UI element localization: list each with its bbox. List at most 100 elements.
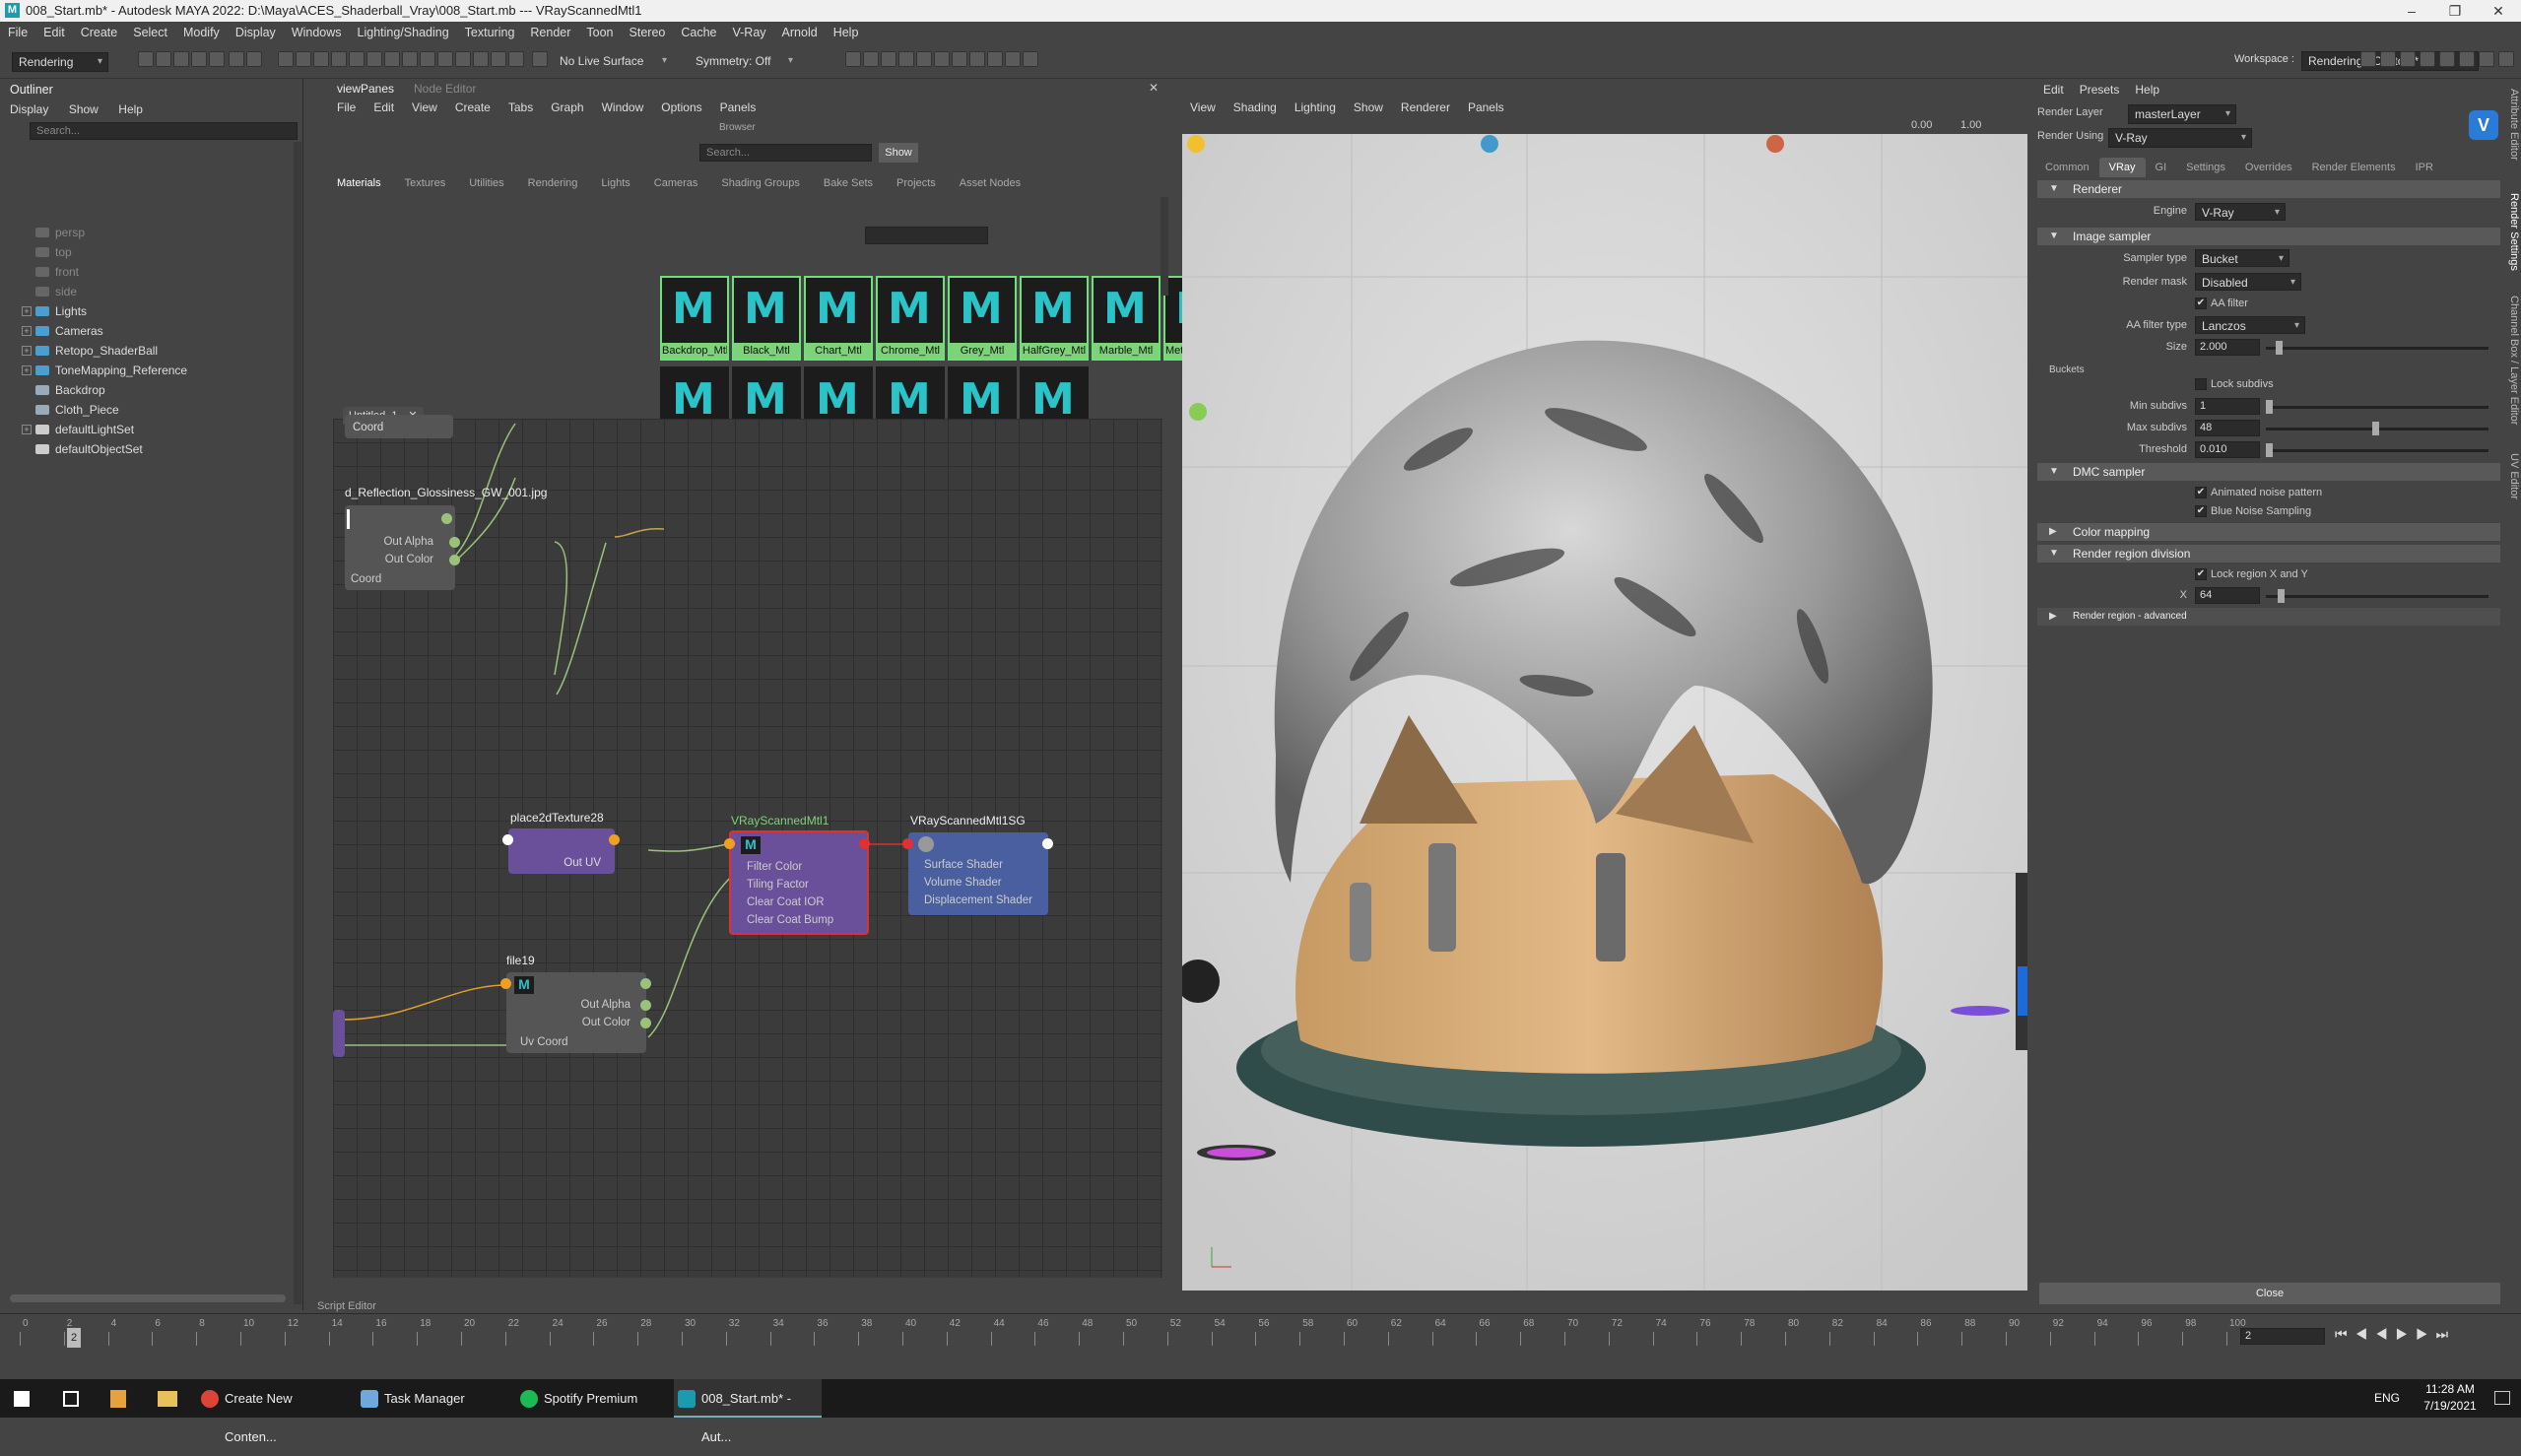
vray-scanned-mtl-node[interactable]: M Filter Color Tiling Factor Clear Coat … — [724, 830, 870, 935]
shelf-tool-icon[interactable] — [313, 51, 329, 67]
close-button[interactable]: Close — [2039, 1283, 2500, 1304]
browser-tab[interactable]: Materials — [337, 177, 381, 189]
shelf-tool-icon[interactable] — [1005, 51, 1021, 67]
shelf-tool-icon[interactable] — [2380, 51, 2396, 67]
viewport-menu-item[interactable]: Lighting — [1294, 100, 1336, 114]
menu-lightingshading[interactable]: Lighting/Shading — [350, 22, 457, 43]
live-surface-field[interactable]: No Live Surface — [554, 52, 672, 70]
out-port[interactable] — [640, 978, 651, 989]
material-swatch[interactable]: M Grey_Mtl — [948, 276, 1017, 361]
material-swatch[interactable]: M Marble_Mtl — [1092, 276, 1161, 361]
section-renderer[interactable]: ▼ Renderer — [2037, 180, 2500, 198]
menu-texturing[interactable]: Texturing — [457, 22, 523, 43]
graph-search-input[interactable] — [865, 227, 988, 244]
shelf-tool-icon[interactable] — [508, 51, 524, 67]
in-port[interactable] — [502, 834, 513, 845]
maximize-icon[interactable]: ❐ — [2433, 0, 2477, 22]
render-settings-tab[interactable]: Render Elements — [2302, 158, 2406, 177]
shelf-tool-icon[interactable] — [2459, 51, 2475, 67]
hypershade-menu-item[interactable]: Graph — [551, 100, 583, 114]
outliner-item[interactable]: top — [26, 242, 72, 262]
browser-search-input[interactable]: Search... — [699, 144, 872, 162]
browser-tab[interactable]: Utilities — [469, 177, 503, 189]
engine-dropdown[interactable]: V-Ray — [2195, 203, 2286, 222]
system-tray-icons[interactable] — [2037, 1389, 2333, 1407]
browser-tab[interactable]: Projects — [896, 177, 936, 189]
taskbar-task-manager[interactable]: Task Manager — [357, 1379, 504, 1418]
section-color-mapping[interactable]: ▶ Color mapping — [2037, 523, 2500, 541]
port[interactable] — [640, 1000, 651, 1011]
sampler-type-dropdown[interactable]: Bucket — [2195, 249, 2289, 268]
menu-cache[interactable]: Cache — [673, 22, 724, 43]
viewport-menu-item[interactable]: Panels — [1468, 100, 1504, 114]
menu-vray[interactable]: V-Ray — [725, 22, 774, 43]
texture-node-stub[interactable]: Coord — [345, 415, 453, 438]
browser-tab[interactable]: Bake Sets — [824, 177, 873, 189]
viewport-menu-item[interactable]: View — [1190, 100, 1216, 114]
place2d-node[interactable]: Out UV — [502, 828, 620, 874]
outliner-item[interactable]: side — [26, 282, 77, 301]
taskbar-spotify[interactable]: Spotify Premium — [516, 1379, 664, 1418]
file19-node[interactable]: M Out Alpha Out Color Uv Coord — [500, 972, 651, 1053]
shelf-tool-icon[interactable] — [987, 51, 1003, 67]
browser-tab[interactable]: Lights — [601, 177, 630, 189]
notifications-icon[interactable] — [2494, 1391, 2510, 1405]
shelf-tool-icon[interactable] — [916, 51, 932, 67]
render-settings-tab[interactable]: Overrides — [2235, 158, 2302, 177]
lock-region-checkbox[interactable]: ✔ — [2195, 568, 2207, 580]
hypershade-menu-item[interactable]: File — [337, 100, 356, 114]
expand-icon[interactable]: + — [22, 365, 32, 375]
expand-icon[interactable]: + — [22, 346, 32, 356]
shelf-tool-icon[interactable] — [191, 51, 207, 67]
shelf-tool-icon[interactable] — [473, 51, 489, 67]
channel-box-tab[interactable]: Channel Box / Layer Editor — [2508, 296, 2520, 425]
shelf-tool-icon[interactable] — [366, 51, 382, 67]
shelf-tool-icon[interactable] — [934, 51, 950, 67]
shelf-tool-icon[interactable] — [156, 51, 171, 67]
render-settings-menu-item[interactable]: Help — [2135, 83, 2159, 97]
outliner-item[interactable]: persp — [26, 223, 85, 242]
shelf-tool-icon[interactable] — [952, 51, 967, 67]
render-settings-tab[interactable]: IPR — [2406, 158, 2443, 177]
in-port[interactable] — [902, 838, 913, 849]
shelf-tool-icon[interactable] — [2439, 51, 2455, 67]
outliner-item[interactable]: + Retopo_ShaderBall — [22, 341, 158, 361]
shelf-tool-icon[interactable] — [437, 51, 453, 67]
min-subdivs-field[interactable]: 1 — [2195, 398, 2260, 415]
hypershade-menu-item[interactable]: Options — [661, 100, 701, 114]
shelf-tool-icon[interactable] — [863, 51, 879, 67]
size-field[interactable]: 2.000 — [2195, 339, 2260, 356]
menu-modify[interactable]: Modify — [175, 22, 228, 43]
clock-time[interactable]: 11:28 AM — [2416, 1382, 2485, 1396]
viewport-menu-item[interactable]: Renderer — [1401, 100, 1450, 114]
shelf-tool-icon[interactable] — [969, 51, 985, 67]
shelf-tool-icon[interactable] — [881, 51, 896, 67]
material-swatch[interactable]: M Black_Mtl — [732, 276, 801, 361]
app-icon[interactable] — [110, 1390, 126, 1408]
region-x-slider[interactable] — [2266, 589, 2488, 603]
symmetry-field[interactable]: Symmetry: Off — [690, 52, 798, 70]
animated-noise-checkbox[interactable]: ✔ — [2195, 487, 2207, 498]
outliner-item[interactable]: + Cameras — [22, 321, 103, 341]
playback-controls[interactable]: ⏮◀◀▶▶⏭ — [2335, 1326, 2456, 1343]
gamma-field[interactable]: 1.00 — [1960, 119, 1981, 131]
render-settings-tab[interactable]: VRay — [2098, 158, 2146, 177]
expand-icon[interactable]: + — [22, 425, 32, 434]
expand-icon[interactable]: + — [22, 326, 32, 336]
menu-arnold[interactable]: Arnold — [774, 22, 826, 43]
show-button[interactable]: Show — [879, 143, 918, 163]
outliner-search-input[interactable]: Search... — [30, 122, 298, 140]
lock-subdivs-checkbox[interactable] — [2195, 378, 2207, 390]
browser-tab[interactable]: Asset Nodes — [960, 177, 1021, 189]
shading-group-node[interactable]: Surface Shader Volume Shader Displacemen… — [902, 832, 1053, 915]
shelf-tool-icon[interactable] — [384, 51, 400, 67]
uv-editor-tab[interactable]: UV Editor — [2508, 453, 2520, 499]
outliner-item[interactable]: front — [26, 262, 79, 282]
shelf-tool-icon[interactable] — [532, 51, 548, 67]
outliner-item[interactable]: defaultObjectSet — [26, 439, 143, 459]
render-settings-menu-item[interactable]: Presets — [2080, 83, 2120, 97]
out-port[interactable] — [609, 834, 620, 845]
outliner-item[interactable]: Cloth_Piece — [26, 400, 119, 420]
hypershade-menu-item[interactable]: Edit — [373, 100, 394, 114]
menu-display[interactable]: Display — [228, 22, 284, 43]
